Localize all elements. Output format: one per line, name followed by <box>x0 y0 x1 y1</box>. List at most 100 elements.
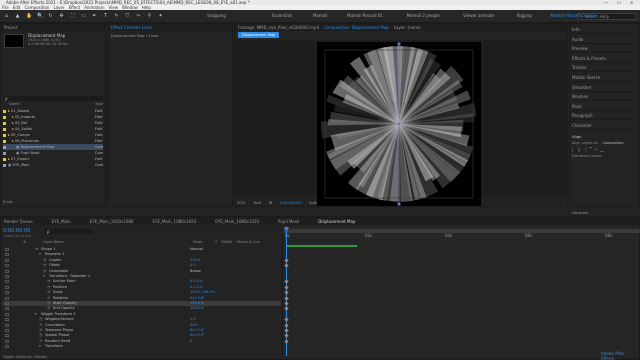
align-left-icon[interactable]: ▏ <box>572 147 575 152</box>
tool-7-icon[interactable]: ▭ <box>81 13 86 19</box>
label-color-swatch[interactable] <box>3 151 6 155</box>
keyframe-marker[interactable] <box>284 306 289 312</box>
label-color-swatch[interactable] <box>3 157 6 161</box>
workspace-1[interactable]: Mamoli <box>313 13 327 19</box>
col-t[interactable]: T <box>215 240 217 244</box>
label-color-swatch[interactable] <box>3 121 6 125</box>
label-color-swatch[interactable] <box>3 163 6 167</box>
tool-4-icon[interactable]: ↻ <box>48 13 53 19</box>
path-point-bottom[interactable] <box>397 202 401 206</box>
timeline-tab-5[interactable]: Pupil Mask <box>278 219 299 224</box>
path-point-top[interactable] <box>397 42 401 46</box>
eye-icon[interactable] <box>5 345 9 349</box>
twirl-chevron-icon[interactable]: ◔ <box>43 258 46 263</box>
eye-icon[interactable] <box>5 253 9 257</box>
eye-icon[interactable] <box>5 264 9 268</box>
workspace-2[interactable]: Mamoli Record 01 <box>347 13 383 19</box>
col-layer-name[interactable]: Layer Name <box>43 240 64 244</box>
eye-icon[interactable] <box>5 302 9 305</box>
keyframe-marker[interactable] <box>284 333 289 339</box>
time-ruler[interactable]: 0s 02s 04s 06s 08s <box>283 233 640 239</box>
project-search-input[interactable]: ρ <box>3 96 103 101</box>
panel-smoother[interactable]: Smoother <box>572 83 638 92</box>
comp-breadcrumb[interactable]: Displacement Map <box>238 32 280 38</box>
panel-effects-presets[interactable]: Effects & Presets <box>572 54 638 63</box>
timeline-tab-2[interactable]: EYE_Main_1920x1080 <box>90 219 134 224</box>
tool-1-icon[interactable]: ▲ <box>15 13 20 19</box>
keyframe-marker[interactable] <box>284 317 289 322</box>
viewer-timecode[interactable]: 0:00:00:00 <box>280 200 301 205</box>
tool-6-icon[interactable]: ⛶ <box>70 13 75 19</box>
panel-tracker[interactable]: Tracker <box>572 63 638 73</box>
path-point-upper[interactable] <box>397 82 401 86</box>
timeline-property-row[interactable]: ▾ Transform <box>3 344 281 349</box>
project-bpc[interactable]: 8 bpc <box>3 200 13 204</box>
tab-project[interactable]: Project <box>4 25 18 30</box>
timeline-tab-4[interactable]: EYE_Main_1080x1350 <box>215 219 259 224</box>
label-color-swatch[interactable] <box>3 127 6 131</box>
timeline-track-area[interactable]: 0s 02s 04s 06s 08s <box>282 227 640 357</box>
eye-icon[interactable] <box>5 318 9 322</box>
twirl-chevron-icon[interactable]: ◔ <box>47 306 50 311</box>
anchor-point[interactable] <box>397 122 401 126</box>
twirl-chevron-icon[interactable]: ◔ <box>47 290 50 295</box>
twirl-chevron-icon[interactable]: ▾ <box>39 344 41 349</box>
eye-icon[interactable] <box>5 248 9 251</box>
label-color-swatch[interactable] <box>3 133 6 137</box>
keyframe-marker[interactable] <box>284 279 289 285</box>
composition-frame[interactable] <box>317 42 481 206</box>
workspace-6[interactable]: Mamoli Record Course <box>551 13 596 19</box>
panel-info[interactable]: Info <box>572 25 638 34</box>
panel-paragraph[interactable]: Paragraph <box>572 111 638 121</box>
twirl-chevron-icon[interactable]: ◔ <box>47 296 50 301</box>
viewer-tab-0[interactable]: Footage: MMD_eye_final_v02b0000.mp4 <box>238 25 319 30</box>
property-value[interactable]: 0.0,0.0 <box>190 285 203 290</box>
tool-8-icon[interactable]: ✒ <box>92 13 97 19</box>
tool-0-icon[interactable]: ⌂ <box>4 13 9 19</box>
keyframe-marker[interactable] <box>284 339 289 344</box>
timeline-property-row[interactable]: ◔ End Opacity 100.0% <box>3 306 281 311</box>
col-mode[interactable]: Mode <box>193 240 202 244</box>
timeline-property-row[interactable]: ◔ Position 0.0,0.0 <box>3 285 281 290</box>
twirl-chevron-icon[interactable]: ◔ <box>39 339 42 344</box>
timeline-property-row[interactable]: ◔ Scale 100.0,100.0% <box>3 290 281 295</box>
resolution-dropdown[interactable]: Half <box>253 200 261 205</box>
panel-paint[interactable]: Paint <box>572 102 638 111</box>
eye-icon[interactable] <box>5 312 9 316</box>
timeline-tab-3[interactable]: EYE_Main_1080x1920 <box>152 219 196 224</box>
twirl-chevron-icon[interactable]: ◔ <box>47 279 50 284</box>
workspace-0[interactable]: Essentials <box>272 13 292 19</box>
eye-icon[interactable] <box>5 334 9 338</box>
timeline-property-row[interactable]: ◔ Random Seed 0 <box>3 339 281 344</box>
timeline-property-row[interactable]: ◔ Shape 1 Normal <box>3 247 281 252</box>
keyframe-marker[interactable] <box>284 263 289 268</box>
align-right-icon[interactable]: ▕ <box>583 147 586 152</box>
eye-icon[interactable] <box>5 258 9 262</box>
tool-5-icon[interactable]: ✥ <box>59 13 64 19</box>
align-top-icon[interactable]: ▔ <box>589 147 592 152</box>
col-parent[interactable]: Parent & Link <box>237 240 260 244</box>
twirl-chevron-icon[interactable]: ▾ <box>39 252 41 257</box>
timeline-property-row[interactable]: ◔ Temporal Phase 0x+0.0° <box>3 328 281 333</box>
col-type[interactable]: Type <box>95 102 103 106</box>
twirl-chevron-icon[interactable]: ◔ <box>43 263 46 268</box>
timeline-tab-1[interactable]: EYE_Main <box>52 219 71 224</box>
timeline-property-row[interactable]: ◔ Composite Below <box>3 269 281 274</box>
timeline-property-row[interactable]: ▾ Transform : Repeater 1 <box>3 274 281 279</box>
property-value[interactable]: Normal <box>190 247 203 252</box>
property-value[interactable]: 100.0% <box>190 306 204 311</box>
tool-13-icon[interactable]: ⚲ <box>147 13 152 19</box>
libraries-tab[interactable]: Libraries <box>572 210 588 215</box>
tool-12-icon[interactable]: ✂ <box>136 13 141 19</box>
timeline-search-input[interactable]: ρ <box>45 229 93 234</box>
eye-icon[interactable] <box>5 275 9 278</box>
label-color-swatch[interactable] <box>3 139 6 143</box>
tool-3-icon[interactable]: 🔍 <box>37 13 43 19</box>
viewer-tab-1[interactable]: Composition: Displacement Map <box>324 25 389 30</box>
property-value[interactable]: Below <box>190 269 201 274</box>
tool-10-icon[interactable]: ✎ <box>114 13 119 19</box>
align-hcenter-icon[interactable]: ┃ <box>578 147 580 152</box>
twirl-chevron-icon[interactable]: ◔ <box>39 317 42 322</box>
col-layer-number[interactable]: # <box>23 240 26 244</box>
panel-audio[interactable]: Audio <box>572 35 638 44</box>
